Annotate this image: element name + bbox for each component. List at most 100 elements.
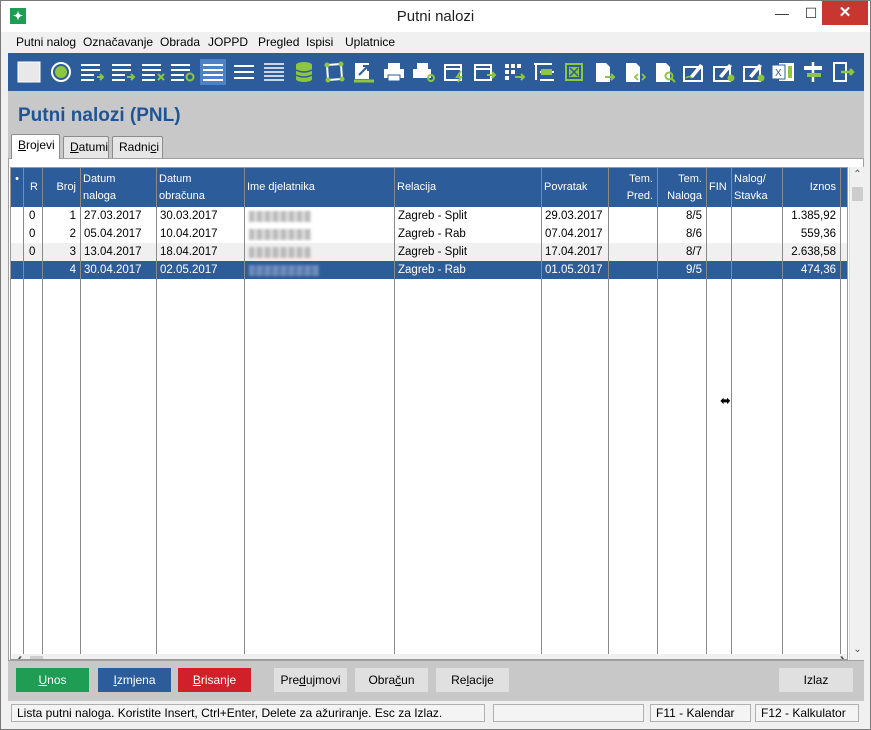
- print-preview-icon[interactable]: [411, 59, 437, 85]
- export-arrow-icon[interactable]: [351, 59, 377, 85]
- cell-broj: 2: [69, 228, 76, 240]
- status-message: Lista putni naloga. Koristite Insert, Ct…: [11, 704, 485, 722]
- column-header-nalog-stavka[interactable]: Nalog/Stavka: [731, 168, 782, 207]
- scroll-left-icon[interactable]: ❮: [15, 654, 23, 659]
- maximize-icon[interactable]: ☐: [797, 1, 825, 25]
- menu-putni-nalog[interactable]: Putni nalog: [16, 35, 76, 49]
- button-label-post: acije: [469, 673, 494, 687]
- lines-icon[interactable]: [231, 59, 257, 85]
- table-row[interactable]: 0 2 05.04.2017 10.04.2017 Zagreb - Rab 0…: [11, 225, 847, 243]
- menu-joppd[interactable]: JOPPD: [208, 35, 248, 49]
- calendar-flash-icon[interactable]: [442, 59, 468, 85]
- grid-arrow-icon[interactable]: [502, 59, 528, 85]
- column-header-tem-naloga[interactable]: Tem. Naloga: [657, 168, 706, 207]
- data-grid[interactable]: • R Broj Datum naloga Datum obračuna Ime d…: [10, 167, 848, 660]
- menu-oznacavanje[interactable]: Označavanje: [83, 35, 153, 49]
- menu-uplatnice[interactable]: Uplatnice: [345, 35, 395, 49]
- button-label-post: un: [401, 673, 415, 687]
- print-icon[interactable]: [381, 59, 407, 85]
- signature-icon[interactable]: [681, 59, 707, 85]
- column-header-iznos[interactable]: Iznos: [782, 168, 840, 207]
- menu-pregled[interactable]: Pregled: [258, 35, 299, 49]
- document-code-icon[interactable]: [622, 59, 648, 85]
- scroll-thumb[interactable]: [852, 187, 863, 201]
- scroll-up-icon[interactable]: ⌃: [850, 169, 865, 183]
- document-arrow-icon[interactable]: [592, 59, 618, 85]
- obracun-button[interactable]: Obračun: [355, 668, 428, 692]
- circle-select-icon[interactable]: [48, 59, 74, 85]
- blank-box-icon[interactable]: [16, 59, 42, 85]
- header-line: Nalog/: [734, 173, 766, 185]
- column-header-tem-pred[interactable]: Tem. Pred.: [608, 168, 657, 207]
- excel-icon[interactable]: X: [770, 59, 796, 85]
- menu-ispisi[interactable]: Ispisi: [306, 35, 333, 49]
- cell-tem-naloga: 8/6: [686, 228, 702, 240]
- minimize-icon[interactable]: —: [768, 1, 796, 25]
- grid-column-divider: [244, 168, 245, 659]
- predujmovi-button[interactable]: Predujmovi: [274, 668, 347, 692]
- column-header-relacija[interactable]: Relacija: [394, 168, 541, 207]
- list-add-icon[interactable]: [80, 59, 106, 85]
- signature-check-icon[interactable]: [741, 59, 767, 85]
- tab-label-pre: Radni: [119, 140, 151, 154]
- polygon-icon[interactable]: [321, 59, 347, 85]
- close-icon[interactable]: ✕: [822, 1, 868, 25]
- signature-settings-icon[interactable]: [711, 59, 737, 85]
- grid-column-divider: [782, 168, 783, 659]
- list-arrow-icon[interactable]: [111, 59, 137, 85]
- document-search-icon[interactable]: [652, 59, 678, 85]
- list-refresh-icon[interactable]: [170, 59, 196, 85]
- brisanje-button[interactable]: Brisanje: [178, 668, 251, 692]
- column-header-r[interactable]: R: [23, 168, 42, 207]
- table-row[interactable]: 0 1 27.03.2017 30.03.2017 Zagreb - Split…: [11, 207, 847, 225]
- exit-door-icon[interactable]: [830, 59, 856, 85]
- izmjena-button[interactable]: Izmjena: [98, 668, 171, 692]
- header-line: Stavka: [734, 190, 768, 202]
- unos-button[interactable]: Unos: [16, 668, 89, 692]
- cell-broj: 1: [69, 210, 76, 222]
- status-empty-panel: [493, 704, 644, 722]
- window-icon[interactable]: [561, 59, 587, 85]
- column-header-ime-djelatnika[interactable]: Ime djelatnika: [244, 168, 394, 207]
- table-row-selected[interactable]: 4 30.04.2017 02.05.2017 Zagreb - Rab 01.…: [11, 261, 847, 279]
- column-header-mark[interactable]: •: [11, 168, 23, 207]
- status-f12-kalkulator[interactable]: F12 - Kalkulator: [755, 704, 859, 722]
- izlaz-button[interactable]: Izlaz: [779, 668, 853, 692]
- column-header-povratak[interactable]: Povratak: [541, 168, 608, 207]
- column-header-broj[interactable]: Broj: [42, 168, 80, 207]
- calendar-arrow-icon[interactable]: [472, 59, 498, 85]
- status-f11-kalendar[interactable]: F11 - Kalendar: [650, 704, 751, 722]
- list-view-icon[interactable]: [200, 59, 226, 85]
- menu-obrada[interactable]: Obrada: [160, 35, 200, 49]
- header-line: Pred.: [626, 190, 653, 202]
- column-header-fin[interactable]: FIN: [706, 168, 731, 207]
- cell-broj: 4: [69, 264, 76, 276]
- grid-header: • R Broj Datum naloga Datum obračuna Ime d…: [11, 168, 847, 207]
- tab-datumi[interactable]: Datumi: [63, 136, 109, 158]
- column-header-datum-obracuna[interactable]: Datum obračuna: [156, 168, 244, 207]
- relacije-button[interactable]: Relacije: [436, 668, 509, 692]
- cell-tem-pred: [608, 207, 657, 225]
- scroll-down-icon[interactable]: ⌄: [850, 644, 865, 658]
- cell-datum-obracuna: 02.05.2017: [160, 264, 218, 276]
- tab-brojevi[interactable]: Brojevi: [11, 134, 60, 159]
- tab-radnici[interactable]: Radnici: [112, 136, 163, 158]
- table-row[interactable]: 0 3 13.04.2017 18.04.2017 Zagreb - Split…: [11, 243, 847, 261]
- cell-povratak: 01.05.2017: [545, 264, 603, 276]
- signpost-icon[interactable]: [800, 59, 826, 85]
- horizontal-scrollbar[interactable]: ❮ ❯: [12, 654, 847, 659]
- lines-dense-icon[interactable]: [261, 59, 287, 85]
- scroll-thumb[interactable]: [30, 656, 43, 659]
- cell-povratak: 17.04.2017: [545, 246, 603, 258]
- list-delete-icon[interactable]: [141, 59, 167, 85]
- scroll-right-icon[interactable]: ❯: [839, 654, 847, 659]
- cell-datum-naloga: 05.04.2017: [84, 228, 142, 240]
- column-header-datum-naloga[interactable]: Datum naloga: [80, 168, 156, 207]
- database-icon[interactable]: [291, 59, 317, 85]
- tree-list-icon[interactable]: [531, 59, 557, 85]
- vertical-scrollbar[interactable]: ⌃ ⌄: [849, 167, 864, 660]
- cell-broj: 3: [69, 246, 76, 258]
- grid-column-divider: [706, 168, 707, 659]
- cell-r: 0: [29, 228, 36, 240]
- redacted-name: [249, 247, 311, 258]
